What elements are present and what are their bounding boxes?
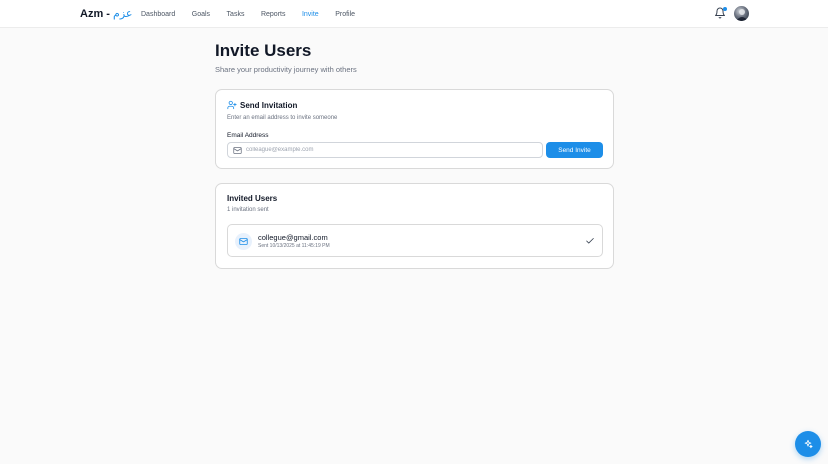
send-invitation-description: Enter an email address to invite someone: [227, 115, 338, 121]
assistant-fab-button[interactable]: [795, 431, 821, 457]
send-invitation-title: Send Invitation: [240, 100, 298, 110]
invited-users-card: Invited Users 1 invitation sent collegue…: [215, 183, 614, 269]
page-subtitle: Share your productivity journey with oth…: [215, 65, 357, 74]
send-invite-button[interactable]: Send Invite: [546, 142, 603, 158]
user-plus-icon: [227, 100, 237, 110]
send-invitation-card: Send Invitation Enter an email address t…: [215, 89, 614, 169]
email-field-wrapper: [227, 142, 543, 158]
brand-name: Azm -: [80, 8, 110, 20]
email-address-label: Email Address: [227, 132, 269, 139]
brand-logo[interactable]: Azm - عزم: [80, 7, 132, 20]
nav-item-tasks[interactable]: Tasks: [227, 11, 245, 18]
invite-sent-timestamp: Sent 10/13/2025 at 11:45:19 PM: [258, 243, 330, 249]
invite-avatar: [235, 233, 252, 250]
check-icon: [586, 238, 594, 244]
top-nav-bar: Azm - عزم Dashboard Goals Tasks Reports …: [0, 0, 828, 28]
invitation-count: 1 invitation sent: [227, 207, 269, 213]
page-title: Invite Users: [215, 41, 312, 60]
main-nav: Dashboard Goals Tasks Reports Invite Pro…: [141, 0, 372, 28]
nav-item-invite[interactable]: Invite: [302, 11, 319, 18]
nav-item-dashboard[interactable]: Dashboard: [141, 11, 175, 18]
sparkle-icon: [804, 439, 813, 449]
nav-item-reports[interactable]: Reports: [261, 11, 286, 18]
mail-icon: [233, 146, 242, 154]
nav-item-profile[interactable]: Profile: [335, 11, 355, 18]
notification-dot: [723, 7, 727, 11]
nav-item-goals[interactable]: Goals: [192, 11, 210, 18]
invite-email: collegue@gmail.com: [258, 233, 328, 242]
brand-arabic-name: عزم: [113, 8, 133, 20]
email-field[interactable]: [246, 144, 536, 156]
avatar[interactable]: [734, 6, 749, 21]
mail-icon: [239, 238, 248, 245]
send-invitation-heading: Send Invitation: [227, 100, 297, 110]
avatar-silhouette-icon: [736, 9, 748, 21]
list-item: collegue@gmail.com Sent 10/13/2025 at 11…: [227, 224, 603, 257]
invited-users-title: Invited Users: [227, 194, 278, 203]
